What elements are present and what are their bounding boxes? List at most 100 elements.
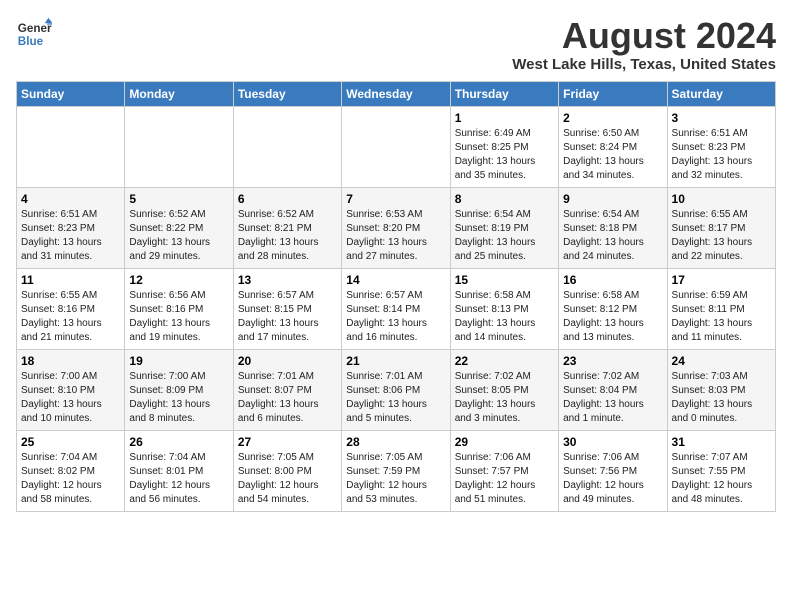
day-number: 16: [563, 273, 662, 287]
day-info: Sunrise: 6:49 AM Sunset: 8:25 PM Dayligh…: [455, 127, 554, 183]
calendar-cell: 13 Sunrise: 6:57 AM Sunset: 8:15 PM Dayli…: [233, 268, 341, 349]
month-year-title: August 2024: [512, 16, 776, 56]
calendar-cell: 12 Sunrise: 6:56 AM Sunset: 8:16 PM Dayli…: [125, 268, 233, 349]
day-info: Sunrise: 7:04 AM Sunset: 8:01 PM Dayligh…: [129, 451, 228, 507]
calendar-cell: 18 Sunrise: 7:00 AM Sunset: 8:10 PM Dayli…: [17, 349, 125, 430]
day-number: 31: [672, 435, 771, 449]
calendar-cell: 2Sunrise: 6:50 AM Sunset: 8:24 PM Daylig…: [559, 106, 667, 187]
day-number: 29: [455, 435, 554, 449]
day-number: 13: [238, 273, 337, 287]
calendar-cell: 5Sunrise: 6:52 AM Sunset: 8:22 PM Daylig…: [125, 187, 233, 268]
calendar-week-3: 11 Sunrise: 6:55 AM Sunset: 8:16 PM Dayli…: [17, 268, 776, 349]
day-number: 11: [21, 273, 120, 287]
col-header-tuesday: Tuesday: [233, 81, 341, 106]
day-info: Sunrise: 6:58 AM Sunset: 8:12 PM Dayligh…: [563, 289, 662, 345]
day-info: Sunrise: 7:00 AM Sunset: 8:10 PM Dayligh…: [21, 370, 120, 426]
day-info: Sunrise: 6:56 AM Sunset: 8:16 PM Dayligh…: [129, 289, 228, 345]
day-number: 3: [672, 111, 771, 125]
calendar-cell: 24 Sunrise: 7:03 AM Sunset: 8:03 PM Dayli…: [667, 349, 775, 430]
day-number: 7: [346, 192, 445, 206]
day-number: 28: [346, 435, 445, 449]
day-info: Sunrise: 7:02 AM Sunset: 8:05 PM Dayligh…: [455, 370, 554, 426]
day-number: 24: [672, 354, 771, 368]
page-header: General Blue August 2024 West Lake Hills…: [16, 16, 776, 73]
calendar-cell: 3 Sunrise: 6:51 AM Sunset: 8:23 PM Daylig…: [667, 106, 775, 187]
day-number: 20: [238, 354, 337, 368]
day-info: Sunrise: 6:51 AM Sunset: 8:23 PM Dayligh…: [21, 208, 120, 264]
day-number: 21: [346, 354, 445, 368]
day-info: Sunrise: 6:54 AM Sunset: 8:19 PM Dayligh…: [455, 208, 554, 264]
day-info: Sunrise: 7:07 AM Sunset: 7:55 PM Dayligh…: [672, 451, 771, 507]
calendar-cell: 8 Sunrise: 6:54 AM Sunset: 8:19 PM Daylig…: [450, 187, 558, 268]
calendar-cell: 21Sunrise: 7:01 AM Sunset: 8:06 PM Dayli…: [342, 349, 450, 430]
calendar-cell: 31 Sunrise: 7:07 AM Sunset: 7:55 PM Dayli…: [667, 430, 775, 511]
col-header-sunday: Sunday: [17, 81, 125, 106]
calendar-cell: 4 Sunrise: 6:51 AM Sunset: 8:23 PM Daylig…: [17, 187, 125, 268]
day-info: Sunrise: 6:57 AM Sunset: 8:15 PM Dayligh…: [238, 289, 337, 345]
calendar-cell: 19Sunrise: 7:00 AM Sunset: 8:09 PM Dayli…: [125, 349, 233, 430]
calendar-cell: 23Sunrise: 7:02 AM Sunset: 8:04 PM Dayli…: [559, 349, 667, 430]
day-number: 8: [455, 192, 554, 206]
day-info: Sunrise: 6:52 AM Sunset: 8:22 PM Dayligh…: [129, 208, 228, 264]
calendar-cell: 7 Sunrise: 6:53 AM Sunset: 8:20 PM Daylig…: [342, 187, 450, 268]
calendar-week-4: 18 Sunrise: 7:00 AM Sunset: 8:10 PM Dayli…: [17, 349, 776, 430]
calendar-cell: 17Sunrise: 6:59 AM Sunset: 8:11 PM Dayli…: [667, 268, 775, 349]
day-number: 9: [563, 192, 662, 206]
col-header-thursday: Thursday: [450, 81, 558, 106]
day-number: 27: [238, 435, 337, 449]
day-number: 23: [563, 354, 662, 368]
day-info: Sunrise: 6:58 AM Sunset: 8:13 PM Dayligh…: [455, 289, 554, 345]
day-number: 18: [21, 354, 120, 368]
location-subtitle: West Lake Hills, Texas, United States: [512, 56, 776, 73]
day-info: Sunrise: 6:51 AM Sunset: 8:23 PM Dayligh…: [672, 127, 771, 183]
calendar-week-2: 4 Sunrise: 6:51 AM Sunset: 8:23 PM Daylig…: [17, 187, 776, 268]
calendar-cell: 15 Sunrise: 6:58 AM Sunset: 8:13 PM Dayli…: [450, 268, 558, 349]
col-header-saturday: Saturday: [667, 81, 775, 106]
day-number: 10: [672, 192, 771, 206]
day-number: 25: [21, 435, 120, 449]
day-info: Sunrise: 7:05 AM Sunset: 8:00 PM Dayligh…: [238, 451, 337, 507]
day-info: Sunrise: 6:50 AM Sunset: 8:24 PM Dayligh…: [563, 127, 662, 183]
calendar-table: SundayMondayTuesdayWednesdayThursdayFrid…: [16, 81, 776, 512]
day-number: 4: [21, 192, 120, 206]
day-info: Sunrise: 6:52 AM Sunset: 8:21 PM Dayligh…: [238, 208, 337, 264]
day-number: 1: [455, 111, 554, 125]
calendar-cell: 16 Sunrise: 6:58 AM Sunset: 8:12 PM Dayli…: [559, 268, 667, 349]
calendar-cell: 25 Sunrise: 7:04 AM Sunset: 8:02 PM Dayli…: [17, 430, 125, 511]
day-number: 26: [129, 435, 228, 449]
day-number: 15: [455, 273, 554, 287]
calendar-cell: 20Sunrise: 7:01 AM Sunset: 8:07 PM Dayli…: [233, 349, 341, 430]
calendar-cell: 11 Sunrise: 6:55 AM Sunset: 8:16 PM Dayli…: [17, 268, 125, 349]
day-number: 14: [346, 273, 445, 287]
logo: General Blue: [16, 16, 52, 52]
calendar-cell: 28 Sunrise: 7:05 AM Sunset: 7:59 PM Dayli…: [342, 430, 450, 511]
day-info: Sunrise: 6:55 AM Sunset: 8:16 PM Dayligh…: [21, 289, 120, 345]
day-info: Sunrise: 6:53 AM Sunset: 8:20 PM Dayligh…: [346, 208, 445, 264]
calendar-cell: 1 Sunrise: 6:49 AM Sunset: 8:25 PM Daylig…: [450, 106, 558, 187]
calendar-cell: [233, 106, 341, 187]
day-info: Sunrise: 6:55 AM Sunset: 8:17 PM Dayligh…: [672, 208, 771, 264]
calendar-cell: 9Sunrise: 6:54 AM Sunset: 8:18 PM Daylig…: [559, 187, 667, 268]
calendar-cell: [17, 106, 125, 187]
calendar-cell: 26 Sunrise: 7:04 AM Sunset: 8:01 PM Dayli…: [125, 430, 233, 511]
calendar-week-5: 25 Sunrise: 7:04 AM Sunset: 8:02 PM Dayli…: [17, 430, 776, 511]
calendar-cell: 29 Sunrise: 7:06 AM Sunset: 7:57 PM Dayli…: [450, 430, 558, 511]
calendar-cell: 10 Sunrise: 6:55 AM Sunset: 8:17 PM Dayli…: [667, 187, 775, 268]
day-number: 22: [455, 354, 554, 368]
calendar-header-row: SundayMondayTuesdayWednesdayThursdayFrid…: [17, 81, 776, 106]
day-info: Sunrise: 7:04 AM Sunset: 8:02 PM Dayligh…: [21, 451, 120, 507]
col-header-friday: Friday: [559, 81, 667, 106]
calendar-cell: 30Sunrise: 7:06 AM Sunset: 7:56 PM Dayli…: [559, 430, 667, 511]
calendar-cell: 27 Sunrise: 7:05 AM Sunset: 8:00 PM Dayli…: [233, 430, 341, 511]
calendar-week-1: 1 Sunrise: 6:49 AM Sunset: 8:25 PM Daylig…: [17, 106, 776, 187]
day-info: Sunrise: 7:03 AM Sunset: 8:03 PM Dayligh…: [672, 370, 771, 426]
calendar-cell: 14 Sunrise: 6:57 AM Sunset: 8:14 PM Dayli…: [342, 268, 450, 349]
day-info: Sunrise: 6:59 AM Sunset: 8:11 PM Dayligh…: [672, 289, 771, 345]
calendar-cell: 22 Sunrise: 7:02 AM Sunset: 8:05 PM Dayli…: [450, 349, 558, 430]
day-info: Sunrise: 6:57 AM Sunset: 8:14 PM Dayligh…: [346, 289, 445, 345]
title-section: August 2024 West Lake Hills, Texas, Unit…: [512, 16, 776, 73]
day-number: 12: [129, 273, 228, 287]
day-info: Sunrise: 7:05 AM Sunset: 7:59 PM Dayligh…: [346, 451, 445, 507]
col-header-monday: Monday: [125, 81, 233, 106]
day-info: Sunrise: 7:06 AM Sunset: 7:57 PM Dayligh…: [455, 451, 554, 507]
